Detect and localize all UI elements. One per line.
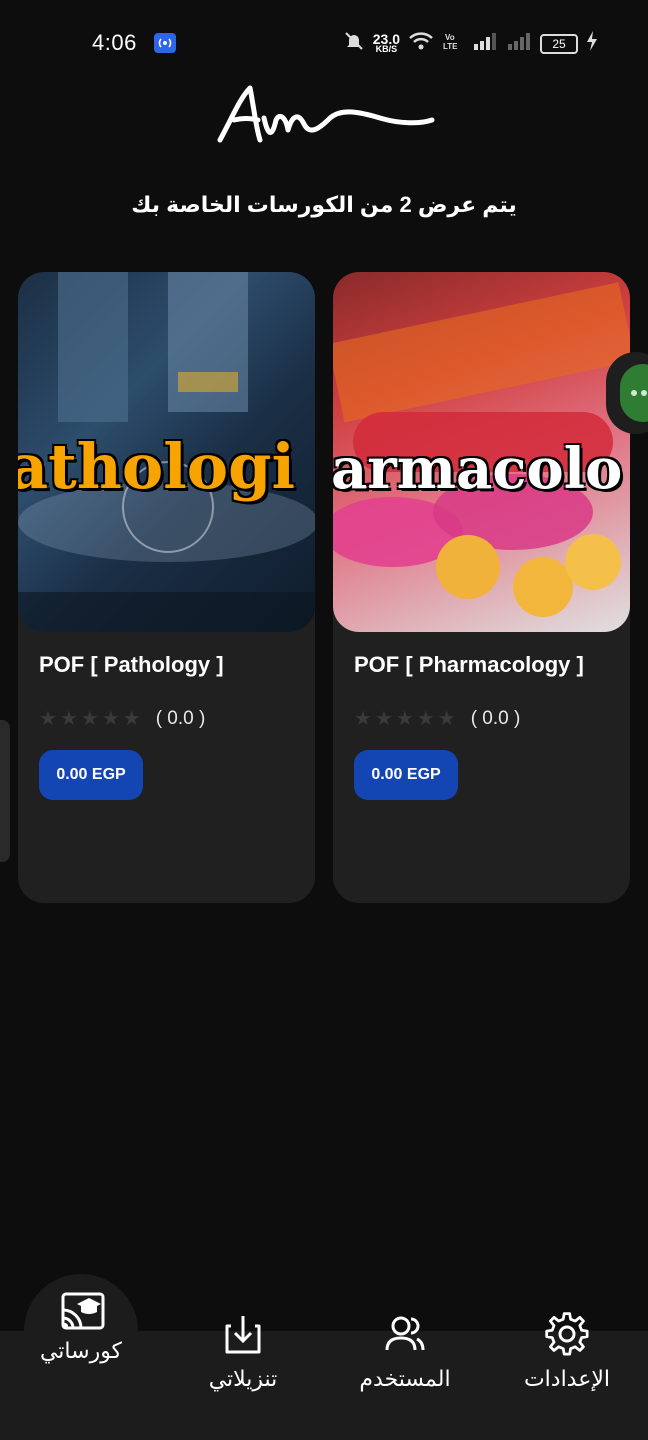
star-icon: ★ — [80, 708, 99, 730]
price-button[interactable]: 0.00 EGP — [354, 750, 458, 800]
star-icon: ★ — [122, 708, 141, 730]
courses-cast-icon — [61, 1292, 105, 1330]
charging-icon — [586, 31, 598, 56]
star-icon: ★ — [395, 708, 414, 730]
status-time: 4:06 — [92, 30, 137, 55]
nav-my-courses[interactable]: كورساتي — [30, 1288, 132, 1364]
star-icon: ★ — [101, 708, 120, 730]
star-icon: ★ — [416, 708, 435, 730]
price-button[interactable]: 0.00 EGP — [39, 750, 143, 800]
volte-icon: Vo LTE — [442, 30, 464, 57]
rating-value: ( 0.0 ) — [470, 708, 521, 729]
course-thumbnail: athologi — [18, 272, 315, 632]
nav-label-my-courses: كورساتي — [39, 1338, 123, 1363]
floating-chat-bubble[interactable] — [606, 352, 648, 434]
data-speed-value: 23.0 — [372, 30, 400, 47]
rating-stars: ★ ★ ★ ★ ★ ( 0.0 ) — [354, 708, 520, 730]
gear-icon — [545, 1312, 589, 1356]
course-card-pharmacology[interactable]: armacolo POF [ Pharmacology ] ★ ★ ★ ★ ★ … — [333, 272, 630, 903]
app-logo — [210, 78, 440, 158]
star-icon: ★ — [374, 708, 393, 730]
wifi-icon — [408, 31, 434, 56]
star-icon: ★ — [354, 708, 372, 730]
status-bar: 4:06 23.0 KB/S Vo LTE 25 — [0, 0, 648, 86]
course-thumbnail: armacolo — [333, 272, 630, 632]
rating-stars: ★ ★ ★ ★ ★ ( 0.0 ) — [39, 708, 205, 730]
svg-text:Vo: Vo — [445, 33, 455, 42]
data-speed-unit: KB/S — [375, 43, 398, 54]
star-icon: ★ — [59, 708, 78, 730]
signal-icon — [472, 31, 498, 56]
download-icon — [225, 1316, 261, 1354]
nav-user[interactable]: المستخدم — [352, 1310, 458, 1392]
nav-label-user: المستخدم — [359, 1366, 451, 1391]
nav-label-settings: الإعدادات — [523, 1366, 611, 1391]
course-card-pathology[interactable]: athologi POF [ Pathology ] ★ ★ ★ ★ ★ ( 0… — [18, 272, 315, 903]
rating-value: ( 0.0 ) — [155, 708, 206, 729]
star-icon: ★ — [39, 708, 57, 730]
hotspot-icon — [154, 33, 176, 53]
battery-icon: 25 — [540, 33, 578, 54]
chat-bubble-icon — [620, 364, 648, 422]
nav-label-downloads: تنزيلاتي — [208, 1366, 278, 1391]
course-title: POF [ Pathology ] — [39, 652, 224, 677]
thumbnail-title: athologi — [18, 430, 296, 503]
users-icon — [385, 1316, 425, 1351]
star-icon: ★ — [437, 708, 456, 730]
courses-count-text: يتم عرض 2 من الكورسات الخاصة بك — [131, 192, 517, 217]
thumbnail-title: armacolo — [333, 436, 623, 502]
course-title: POF [ Pharmacology ] — [354, 652, 584, 677]
nav-downloads[interactable]: تنزيلاتي — [192, 1310, 294, 1392]
signal-icon-2 — [506, 31, 532, 56]
svg-text:LTE: LTE — [443, 42, 458, 51]
data-speed: 23.0 KB/S — [372, 30, 400, 54]
mute-icon — [343, 30, 365, 57]
status-icons: 23.0 KB/S Vo LTE 25 — [343, 30, 598, 57]
nav-settings[interactable]: الإعدادات — [514, 1310, 620, 1392]
edge-panel-handle[interactable] — [0, 720, 10, 862]
